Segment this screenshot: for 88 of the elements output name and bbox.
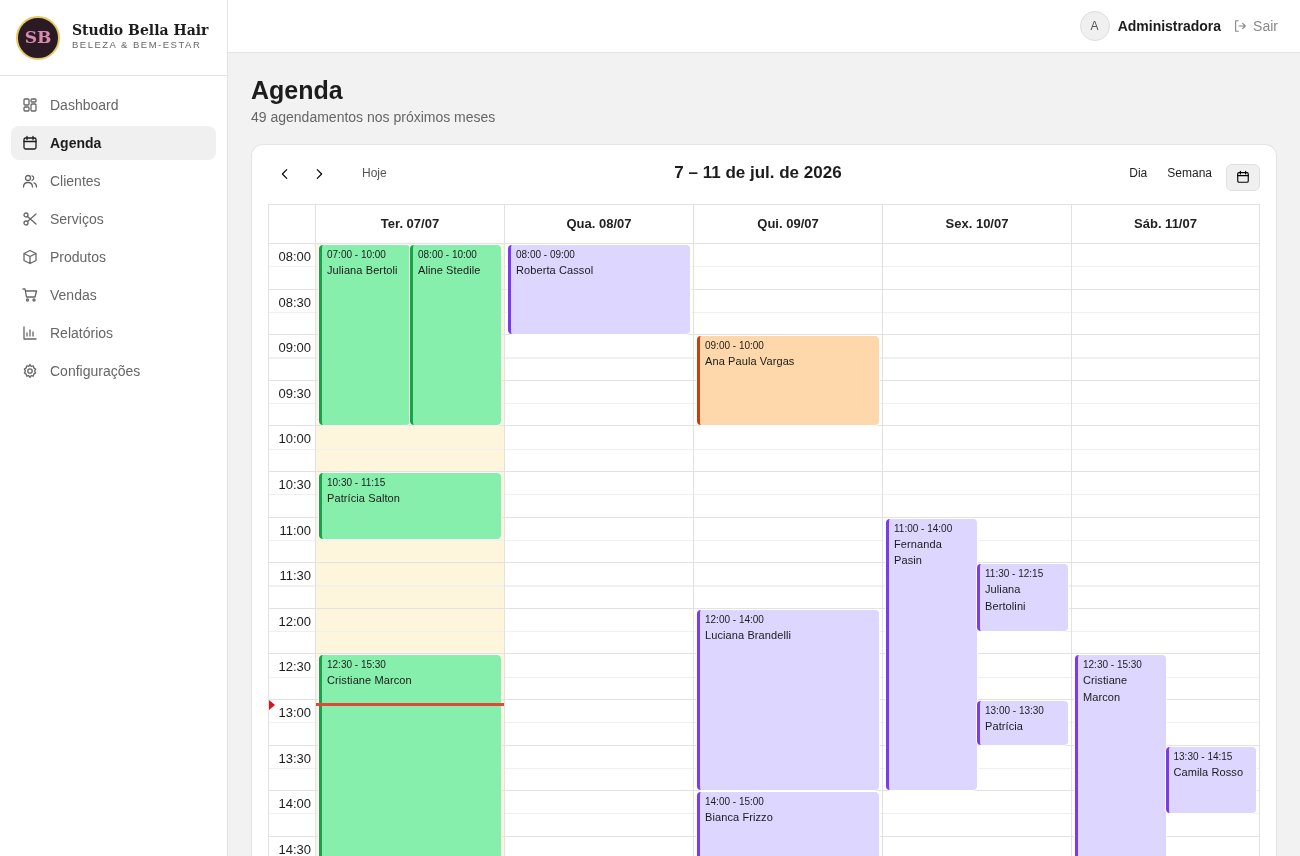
client-name: Juliana Bertolini <box>985 582 1027 614</box>
appointment-card[interactable]: 09:00 - 10:00 Ana Paula Vargas <box>697 336 879 426</box>
appointment-time: 11:30 - 12:15 <box>985 567 1045 582</box>
sidebar-item[interactable]: Relatórios <box>11 316 216 350</box>
client-name: Roberta Cassol <box>516 263 595 278</box>
day-header: Sex. 10/07 <box>882 205 1071 244</box>
appointment-time: 10:30 - 11:15 <box>327 476 387 490</box>
logout-icon <box>1233 19 1248 33</box>
dashboard-icon <box>22 97 38 113</box>
client-name: Patrícia <box>985 719 1025 734</box>
appointment-time: 09:00 - 10:00 <box>705 339 765 354</box>
sidebar-item[interactable]: Serviços <box>11 202 216 236</box>
appointment-time: 08:00 - 09:00 <box>516 248 576 262</box>
appointment-time: 07:00 - 10:00 <box>327 248 387 262</box>
time-label: 14:30 <box>278 841 311 856</box>
view-tab[interactable]: Dia <box>1119 160 1158 186</box>
client-name: Bianca Frizzo <box>705 810 774 826</box>
time-label: 12:30 <box>278 659 311 675</box>
client-name: Aline Stedile <box>418 263 482 278</box>
logout-button[interactable]: Sair <box>1233 15 1278 37</box>
time-label: 11:00 <box>279 522 311 538</box>
appointment-time: 12:30 - 15:30 <box>1083 658 1143 673</box>
time-label: 09:00 <box>278 340 311 356</box>
time-label: 08:00 <box>278 249 311 264</box>
appointment-time: 13:30 - 14:15 <box>1173 749 1234 764</box>
calendar-icon <box>22 135 38 151</box>
page-title: Agenda <box>251 75 344 105</box>
client-name: Fernanda Pasin <box>894 536 943 569</box>
day-header: Sáb. 11/07 <box>1071 205 1260 244</box>
appointment-card[interactable]: 11:00 - 14:00 Fernanda Pasin <box>886 518 977 791</box>
appointment-card[interactable]: 08:00 - 10:00 Aline Stedile <box>410 245 501 426</box>
appointment-card[interactable]: 13:30 - 14:15 Camila Rosso <box>1165 746 1256 813</box>
appointment-card[interactable]: 08:00 - 09:00 Roberta Cassol <box>508 245 690 335</box>
brand-tagline: BELEZA & BEM-ESTAR <box>72 38 203 53</box>
appointment-time: 13:00 - 13:30 <box>985 704 1045 718</box>
settings-icon <box>22 363 38 379</box>
cart-icon <box>22 287 38 303</box>
client-name: Cristiane Marcon <box>327 673 413 689</box>
client-name: Camila Rosso <box>1173 764 1245 780</box>
date-range-title: 7 – 11 de jul. de 2026 <box>674 162 842 185</box>
appointment-time: 14:00 - 15:00 <box>705 795 765 810</box>
sidebar-item[interactable]: Configurações <box>11 354 216 388</box>
appointment-card[interactable]: 12:30 - 15:30 Cristiane Marcon <box>1075 655 1166 856</box>
sidebar-item[interactable]: Clientes <box>11 164 216 198</box>
client-name: Patrícia Salton <box>327 491 402 506</box>
time-label: 13:00 <box>278 704 311 720</box>
today-button[interactable]: Hoje <box>352 160 397 186</box>
appointment-time: 12:30 - 15:30 <box>327 658 387 673</box>
appointment-card[interactable]: 14:00 - 15:00 Bianca Frizzo <box>697 792 879 856</box>
appointment-time: 11:00 - 14:00 <box>894 521 954 536</box>
box-icon <box>22 249 38 265</box>
day-header: Qui. 09/07 <box>693 205 882 244</box>
calendar-icon <box>1236 170 1250 184</box>
scissors-icon <box>22 211 38 227</box>
time-label: 11:30 <box>279 568 311 584</box>
appointment-card[interactable]: 10:30 - 11:15 Patrícia Salton <box>319 473 501 540</box>
logo: SB <box>16 15 60 60</box>
calendar-button[interactable] <box>1226 163 1260 191</box>
client-name: Juliana Bertoli <box>327 263 399 278</box>
appointment-card[interactable]: 07:00 - 10:00 Juliana Bertoli <box>319 245 410 426</box>
time-label: 14:00 <box>278 796 311 812</box>
time-label: 10:30 <box>278 476 311 492</box>
appointment-card[interactable]: 12:30 - 15:30 Cristiane Marcon <box>319 655 501 856</box>
appointment-time: 08:00 - 10:00 <box>418 248 478 262</box>
sidebar-item[interactable]: Vendas <box>11 278 216 312</box>
appointment-card[interactable]: 11:30 - 12:15 Juliana Bertolini <box>977 564 1068 631</box>
appointment-time: 12:00 - 14:00 <box>705 612 765 627</box>
client-name: Ana Paula Vargas <box>705 354 796 370</box>
time-label: 09:30 <box>278 385 311 401</box>
sidebar-item[interactable]: Produtos <box>11 240 216 274</box>
time-label: 12:00 <box>278 613 311 629</box>
sidebar-item[interactable]: Agenda <box>11 126 216 160</box>
users-icon <box>22 173 38 189</box>
client-name: Luciana Brandelli <box>705 627 793 643</box>
time-label: 08:30 <box>278 294 311 310</box>
current-time-marker-icon <box>269 699 275 710</box>
time-label: 13:30 <box>278 750 311 766</box>
appointment-card[interactable]: 13:00 - 13:30 Patrícia <box>977 701 1068 745</box>
client-name: Cristiane Marcon <box>1083 673 1129 705</box>
brand-name: Studio Bella Hair <box>72 22 209 39</box>
sidebar-item[interactable]: Dashboard <box>11 88 216 122</box>
view-tab[interactable]: Semana <box>1157 160 1222 186</box>
user-name: Administradora <box>1117 16 1222 36</box>
bar-chart-icon <box>22 325 38 341</box>
page-subtitle: 49 agendamentos nos próximos meses <box>251 108 497 127</box>
appointment-card[interactable]: 12:00 - 14:00 Luciana Brandelli <box>697 609 879 791</box>
time-label: 10:00 <box>278 431 311 447</box>
user-avatar[interactable]: A <box>1079 11 1110 41</box>
